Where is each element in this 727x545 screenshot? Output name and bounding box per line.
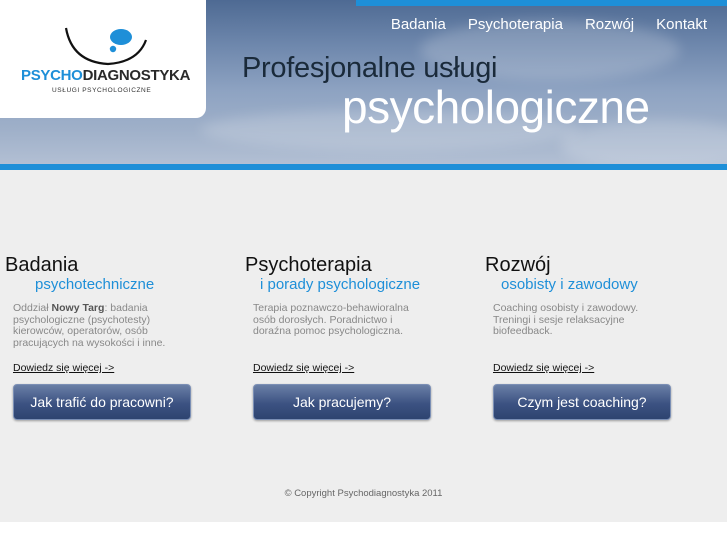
column-subtitle: i porady psychologiczne <box>260 276 421 293</box>
read-more-link[interactable]: Dowiedz się więcej -> <box>13 362 114 374</box>
main-nav: Badania Psychoterapia Rozwój Kontakt <box>391 16 707 33</box>
logo-wordmark-dark: DIAGNOSTYKA <box>82 67 191 84</box>
column-psychoterapia: Psychoterapia i porady psychologiczne Te… <box>245 254 475 420</box>
description-bold: Nowy Targ <box>51 302 105 314</box>
column-subtitle: osobisty i zawodowy <box>501 276 638 293</box>
description-text: Terapia poznawczo-behawioralna osób doro… <box>253 302 409 337</box>
logo-wordmark: PSYCHODIAGNOSTYKA <box>21 67 190 84</box>
column-description: Oddział Nowy Targ: badania psychologiczn… <box>5 302 195 349</box>
column-description: Terapia poznawczo-behawioralna osób doro… <box>245 302 431 338</box>
description-text: Coaching osobisty i zawodowy. Treningi i… <box>493 302 639 337</box>
column-subtitle: psychotechniczne <box>35 276 155 293</box>
hero-heading-large: psychologiczne <box>342 81 650 133</box>
main-content: Badania psychotechniczne Oddział Nowy Ta… <box>0 170 727 522</box>
copyright-text: © Copyright Psychodiagnostyka 2011 <box>284 488 443 499</box>
column-rozwoj: Rozwój osobisty i zawodowy Coaching osob… <box>485 254 715 420</box>
column-description: Coaching osobisty i zawodowy. Treningi i… <box>485 302 663 338</box>
top-accent-bar <box>356 0 727 6</box>
logo-mark-icon <box>64 27 148 66</box>
column-title: Psychoterapia <box>245 254 372 276</box>
nav-item-badania[interactable]: Badania <box>391 16 446 33</box>
column-title: Rozwój <box>485 254 551 276</box>
read-more-link[interactable]: Dowiedz się więcej -> <box>253 362 354 374</box>
how-we-work-button[interactable]: Jak pracujemy? <box>253 384 431 420</box>
location-button[interactable]: Jak trafić do pracowni? <box>13 384 191 420</box>
nav-item-psychoterapia[interactable]: Psychoterapia <box>468 16 563 33</box>
logo-tagline: USŁUGI PSYCHOLOGICZNE <box>52 87 152 94</box>
coaching-button[interactable]: Czym jest coaching? <box>493 384 671 420</box>
column-title: Badania <box>5 254 79 276</box>
read-more-link[interactable]: Dowiedz się więcej -> <box>493 362 594 374</box>
column-badania: Badania psychotechniczne Oddział Nowy Ta… <box>5 254 235 420</box>
description-text: Oddział <box>13 302 52 314</box>
logo[interactable]: PSYCHODIAGNOSTYKA USŁUGI PSYCHOLOGICZNE <box>0 0 206 118</box>
logo-wordmark-blue: PSYCHO <box>21 67 83 84</box>
nav-item-kontakt[interactable]: Kontakt <box>656 16 707 33</box>
nav-item-rozwoj[interactable]: Rozwój <box>585 16 634 33</box>
